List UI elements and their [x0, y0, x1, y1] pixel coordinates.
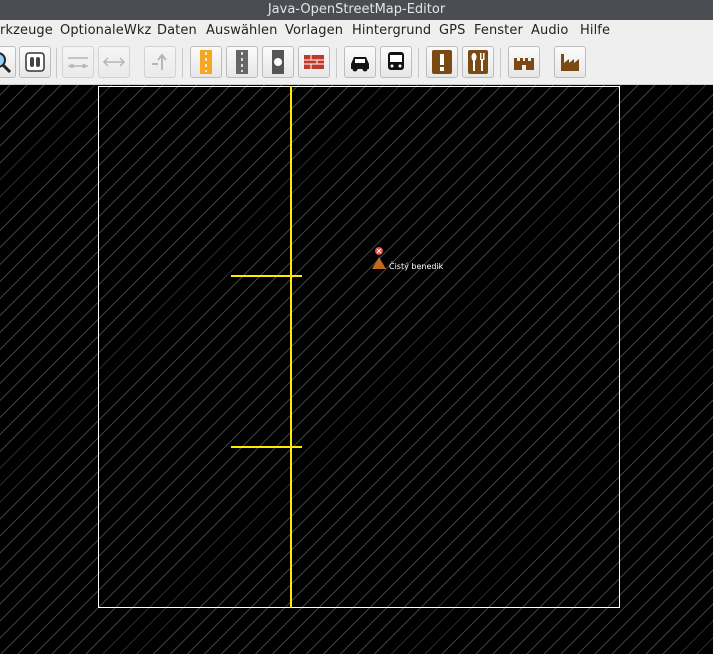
- reverse-way-icon: [152, 53, 167, 70]
- castle-button[interactable]: [508, 46, 540, 78]
- split-way-icon: [102, 57, 126, 67]
- toolbar-separator: [336, 48, 337, 78]
- bus-icon: [388, 52, 404, 70]
- merge-nodes-button[interactable]: [62, 46, 94, 78]
- car-icon: [351, 57, 369, 72]
- toolbar-separator: [56, 48, 57, 78]
- restaurant-icon: [468, 50, 488, 74]
- bus-button[interactable]: [380, 46, 412, 78]
- zoom-icon: [0, 52, 12, 74]
- warning-button[interactable]: [426, 46, 458, 78]
- menu-hintergrund[interactable]: Hintergrund: [352, 23, 431, 38]
- road-residential-icon: [236, 50, 248, 74]
- industrial-button[interactable]: [554, 46, 586, 78]
- menu-vorlagen[interactable]: Vorlagen: [285, 23, 343, 38]
- poi-marker[interactable]: [372, 247, 386, 269]
- download-bounds: [98, 86, 620, 608]
- road-primary-icon: [200, 50, 212, 74]
- menu-bar: rkzeuge OptionaleWkz Daten Auswählen Vor…: [0, 20, 713, 43]
- window-title: Java-OpenStreetMap-Editor: [0, 0, 713, 20]
- menu-fenster[interactable]: Fenster: [474, 23, 523, 38]
- menu-hilfe[interactable]: Hilfe: [580, 23, 610, 38]
- menu-audio[interactable]: Audio: [531, 23, 568, 38]
- reverse-way-button[interactable]: [144, 46, 176, 78]
- toolbar-separator: [182, 48, 183, 78]
- road-residential-button[interactable]: [226, 46, 258, 78]
- castle-icon: [514, 58, 534, 70]
- road-track-button[interactable]: [262, 46, 294, 78]
- select-mode-button[interactable]: [19, 46, 51, 78]
- poi-label: Čistý benedik: [389, 260, 444, 271]
- menu-daten[interactable]: Daten: [157, 23, 197, 38]
- road-primary-button[interactable]: [190, 46, 222, 78]
- poi-monument-icon: [372, 257, 386, 269]
- toolbar-separator: [418, 48, 419, 78]
- car-button[interactable]: [344, 46, 376, 78]
- road-track-icon: [272, 50, 284, 74]
- menu-werkzeuge[interactable]: rkzeuge: [0, 23, 53, 38]
- warning-icon: [432, 50, 452, 74]
- restaurant-button[interactable]: [462, 46, 494, 78]
- merge-nodes-icon: [68, 57, 88, 68]
- main-toolbar: [0, 42, 713, 85]
- toolbar-separator: [500, 48, 501, 78]
- menu-auswaehlen[interactable]: Auswählen: [206, 23, 278, 38]
- map-canvas[interactable]: Čistý benedik: [0, 85, 713, 654]
- menu-gps[interactable]: GPS: [439, 23, 465, 38]
- select-mode-icon: [25, 52, 45, 72]
- industrial-icon: [561, 54, 579, 71]
- split-way-button[interactable]: [98, 46, 130, 78]
- menu-optionalewkz[interactable]: OptionaleWkz: [60, 23, 151, 38]
- wall-icon: [304, 55, 324, 69]
- zoom-button[interactable]: [0, 46, 16, 78]
- wall-button[interactable]: [298, 46, 330, 78]
- map-view[interactable]: Čistý benedik: [0, 85, 713, 654]
